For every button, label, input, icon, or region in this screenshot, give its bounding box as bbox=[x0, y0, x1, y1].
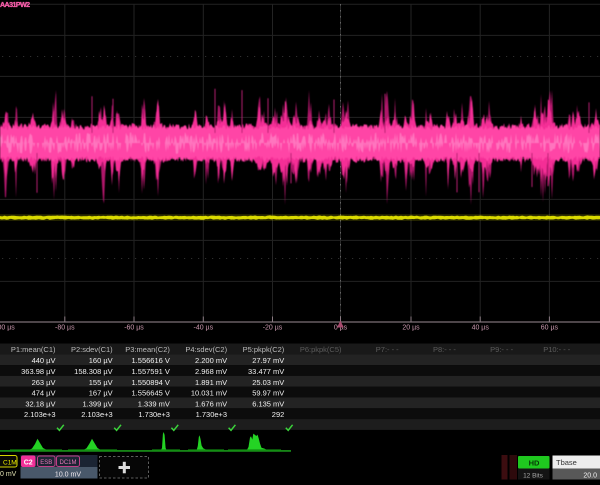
svg-text:10.031 mV: 10.031 mV bbox=[191, 389, 227, 398]
svg-text:C1M: C1M bbox=[3, 460, 17, 467]
svg-text:292: 292 bbox=[272, 410, 285, 419]
svg-text:P5:pkpk(C2): P5:pkpk(C2) bbox=[243, 345, 285, 354]
svg-text:12 Bits: 12 Bits bbox=[523, 473, 544, 480]
svg-text:1.730e+3: 1.730e+3 bbox=[138, 410, 170, 419]
svg-text:P6:pkpk(C5): P6:pkpk(C5) bbox=[300, 345, 342, 354]
svg-text:1.556645 V: 1.556645 V bbox=[132, 389, 170, 398]
svg-text:HD: HD bbox=[529, 458, 540, 467]
svg-text:158.308 µV: 158.308 µV bbox=[74, 367, 113, 376]
svg-text:40 µs: 40 µs bbox=[472, 325, 490, 332]
svg-text:263 µV: 263 µV bbox=[32, 378, 56, 387]
svg-text:1.557591 V: 1.557591 V bbox=[132, 367, 170, 376]
svg-text:2.968 mV: 2.968 mV bbox=[195, 367, 227, 376]
svg-text:ESB: ESB bbox=[40, 460, 52, 466]
svg-text:-20 µs: -20 µs bbox=[263, 325, 283, 332]
svg-text:-80 µs: -80 µs bbox=[55, 325, 75, 332]
svg-text:P3:mean(C2): P3:mean(C2) bbox=[125, 345, 170, 354]
svg-text:2.200 mV: 2.200 mV bbox=[195, 356, 227, 365]
svg-text:25.03 mV: 25.03 mV bbox=[252, 378, 284, 387]
svg-text:-100 µs: -100 µs bbox=[0, 325, 15, 332]
svg-text:1.550894 V: 1.550894 V bbox=[132, 378, 170, 387]
svg-text:-40 µs: -40 µs bbox=[193, 325, 213, 332]
svg-text:20.0: 20.0 bbox=[583, 472, 597, 479]
svg-text:1.730e+3: 1.730e+3 bbox=[196, 410, 228, 419]
svg-text:474 µV: 474 µV bbox=[32, 389, 56, 398]
svg-text:1.891 mV: 1.891 mV bbox=[195, 378, 227, 387]
svg-text:P7:- - -: P7:- - - bbox=[376, 345, 399, 354]
svg-text:1.399 µV: 1.399 µV bbox=[83, 399, 113, 408]
svg-text:P10:- - -: P10:- - - bbox=[543, 345, 571, 354]
svg-text:1.339 mV: 1.339 mV bbox=[138, 399, 170, 408]
svg-text:440 µV: 440 µV bbox=[32, 356, 56, 365]
svg-text:P8:- - -: P8:- - - bbox=[433, 345, 456, 354]
svg-text:10.0 mV: 10.0 mV bbox=[55, 472, 81, 479]
svg-text:P4:sdev(C2): P4:sdev(C2) bbox=[185, 345, 227, 354]
svg-text:C2: C2 bbox=[24, 459, 33, 466]
svg-text:167 µV: 167 µV bbox=[89, 389, 113, 398]
svg-text:160 µV: 160 µV bbox=[89, 356, 113, 365]
svg-text:363.98 µV: 363.98 µV bbox=[21, 367, 55, 376]
svg-text:P9:- - -: P9:- - - bbox=[490, 345, 513, 354]
svg-text:33.477 mV: 33.477 mV bbox=[248, 367, 284, 376]
svg-text:1.556616 V: 1.556616 V bbox=[132, 356, 170, 365]
svg-text:1.676 mV: 1.676 mV bbox=[195, 399, 227, 408]
svg-text:Tbase: Tbase bbox=[556, 458, 577, 467]
svg-text:32.18 µV: 32.18 µV bbox=[25, 399, 55, 408]
svg-text:2.103e+3: 2.103e+3 bbox=[24, 410, 56, 419]
svg-text:0 mV: 0 mV bbox=[0, 471, 17, 478]
svg-text:59.97 mV: 59.97 mV bbox=[252, 389, 284, 398]
svg-text:2.103e+3: 2.103e+3 bbox=[81, 410, 113, 419]
svg-text:27.97 mV: 27.97 mV bbox=[252, 356, 284, 365]
svg-text:-60 µs: -60 µs bbox=[124, 325, 144, 332]
svg-text:AA31PW2: AA31PW2 bbox=[0, 2, 30, 9]
svg-text:P1:mean(C1): P1:mean(C1) bbox=[11, 345, 56, 354]
svg-text:P2:sdev(C1): P2:sdev(C1) bbox=[71, 345, 113, 354]
svg-text:60 µs: 60 µs bbox=[541, 325, 559, 332]
svg-text:6.135 mV: 6.135 mV bbox=[252, 399, 284, 408]
svg-text:20 µs: 20 µs bbox=[402, 325, 420, 332]
svg-text:DC1M: DC1M bbox=[59, 460, 76, 466]
svg-text:155 µV: 155 µV bbox=[89, 378, 113, 387]
